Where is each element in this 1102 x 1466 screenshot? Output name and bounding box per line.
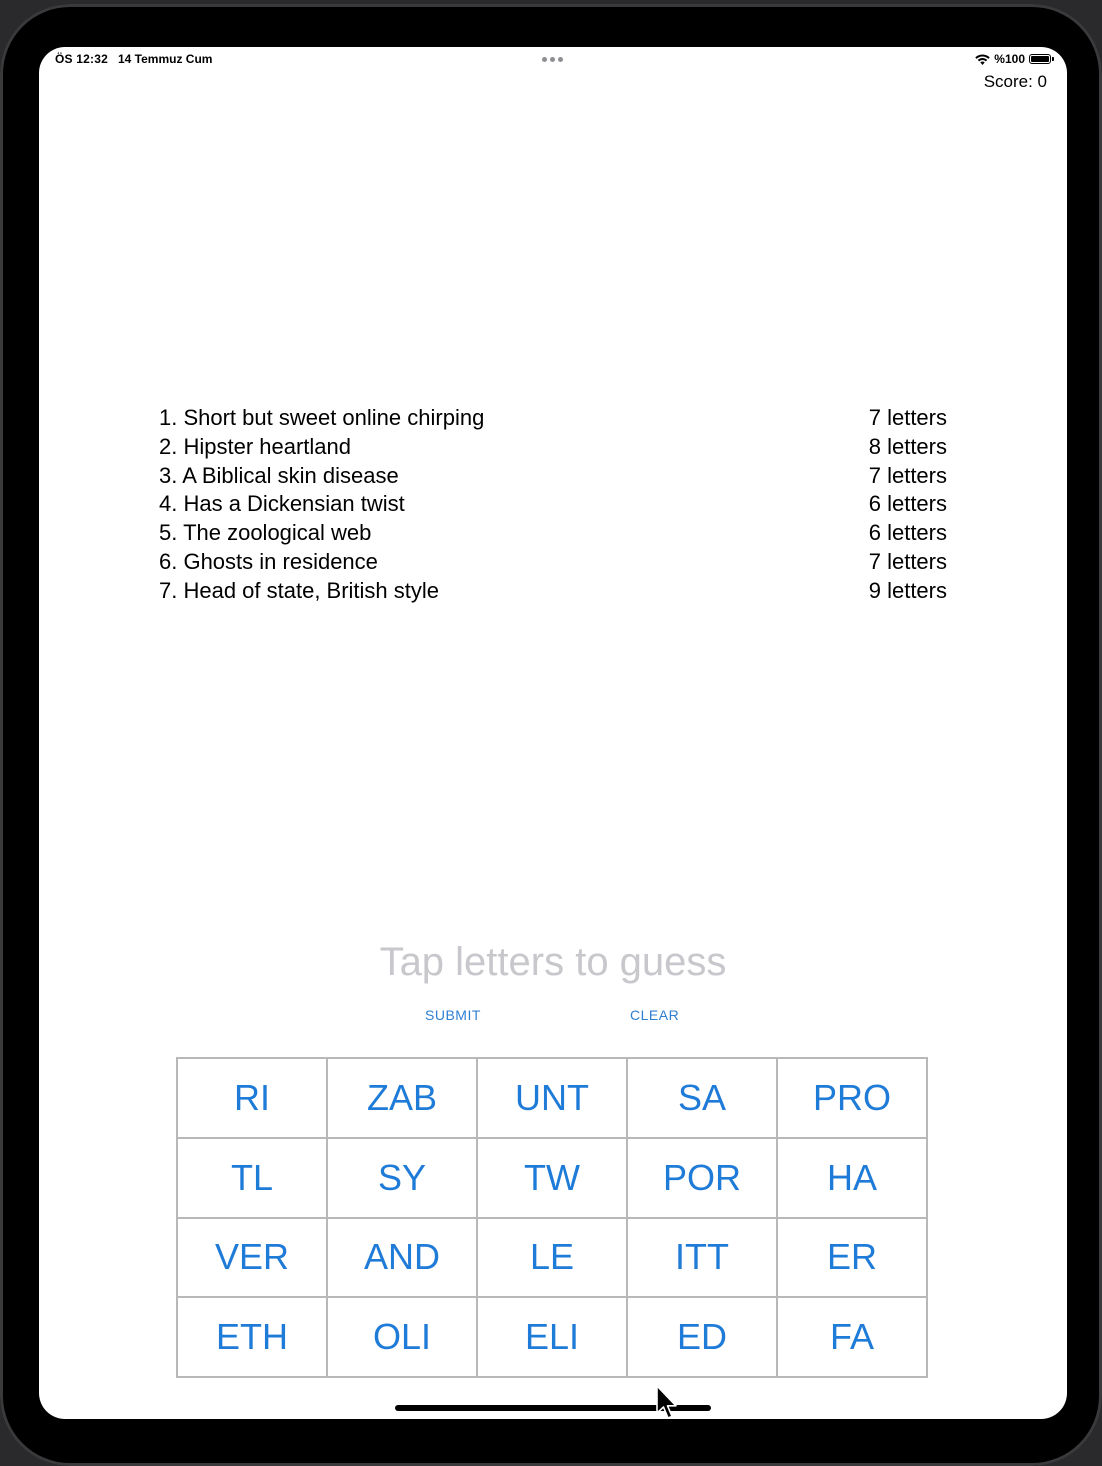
clue-length: 7 letters <box>868 405 947 430</box>
clue-length: 6 letters <box>868 491 947 517</box>
letter-tile[interactable]: ELI <box>477 1297 627 1377</box>
clue-length: 7 letters <box>868 462 947 488</box>
status-bar: ÖS 12:32 14 Temmuz Cum %100 <box>39 47 1067 71</box>
clue-text: 7. Head of state, British style <box>159 577 440 603</box>
letter-tile[interactable]: VER <box>177 1217 327 1298</box>
status-date: 14 Temmuz Cum <box>118 52 213 66</box>
letter-tile[interactable]: TW <box>477 1137 627 1218</box>
score-label: Score: 0 <box>983 72 1047 91</box>
clue-text: 2. Hipster heartland <box>159 433 351 459</box>
letter-tile[interactable]: PRO <box>777 1058 927 1138</box>
battery-percent: %100 <box>994 52 1025 66</box>
letter-tile[interactable]: LE <box>477 1217 627 1298</box>
more-dots-icon[interactable] <box>542 57 563 62</box>
app-screen: ÖS 12:32 14 Temmuz Cum %100 Score: 0 1. … <box>39 47 1067 1419</box>
clue-text: 6. Ghosts in residence <box>159 548 378 574</box>
letter-tile[interactable]: OLI <box>327 1297 477 1377</box>
clue-row: 6. Ghosts in residence 7 letters <box>159 548 947 577</box>
clue-row: 1. Short but sweet online chirping 7 lett… <box>159 404 947 433</box>
letter-tile[interactable]: HA <box>777 1137 927 1218</box>
letter-tile[interactable]: ITT <box>627 1217 777 1298</box>
letter-tile[interactable]: SA <box>627 1058 777 1138</box>
letter-tile[interactable]: ED <box>627 1297 777 1377</box>
status-time: ÖS 12:32 <box>55 52 108 66</box>
clue-length: 8 letters <box>868 433 947 459</box>
letter-tile[interactable]: SY <box>327 1137 477 1218</box>
submit-button[interactable]: SUBMIT <box>425 1007 481 1023</box>
letter-tile[interactable]: TL <box>177 1137 327 1218</box>
clue-length: 7 letters <box>868 548 947 574</box>
letter-tile[interactable]: ETH <box>177 1297 327 1377</box>
letter-tile[interactable]: ZAB <box>327 1058 477 1138</box>
answer-placeholder: Tap letters to guess <box>379 940 727 984</box>
clue-row: 5. The zoological web 6 letters <box>159 519 947 548</box>
clue-text: 5. The zoological web <box>159 520 372 546</box>
status-right: %100 <box>975 52 1054 66</box>
letter-grid: RI ZAB UNT SA PRO TL SY TW POR HA VER AND LE ITT ER ETH… <box>176 1057 928 1378</box>
clue-text: 3. A Biblical skin disease <box>159 462 399 488</box>
clue-length: 6 letters <box>868 520 947 546</box>
letter-tile[interactable]: UNT <box>477 1058 627 1138</box>
clear-button[interactable]: CLEAR <box>630 1007 679 1023</box>
pointer-cursor-icon <box>656 1385 677 1419</box>
letter-tile[interactable]: POR <box>627 1137 777 1218</box>
letter-tile[interactable]: FA <box>777 1297 927 1377</box>
battery-icon <box>1029 54 1054 64</box>
wifi-icon <box>975 53 990 65</box>
clue-row: 2. Hipster heartland 8 letters <box>159 433 947 462</box>
letter-tile[interactable]: RI <box>177 1058 327 1138</box>
clue-text: 1. Short but sweet online chirping <box>159 405 485 430</box>
clue-row: 7. Head of state, British style 9 letters <box>159 577 947 606</box>
clue-row: 3. A Biblical skin disease 7 letters <box>159 462 947 491</box>
clue-list: 1. Short but sweet online chirping 7 lett… <box>159 404 947 606</box>
letter-tile[interactable]: ER <box>777 1217 927 1298</box>
clue-row: 4. Has a Dickensian twist 6 letters <box>159 490 947 519</box>
letter-tile[interactable]: AND <box>327 1217 477 1298</box>
clue-text: 4. Has a Dickensian twist <box>159 491 405 517</box>
clue-length: 9 letters <box>868 577 947 603</box>
